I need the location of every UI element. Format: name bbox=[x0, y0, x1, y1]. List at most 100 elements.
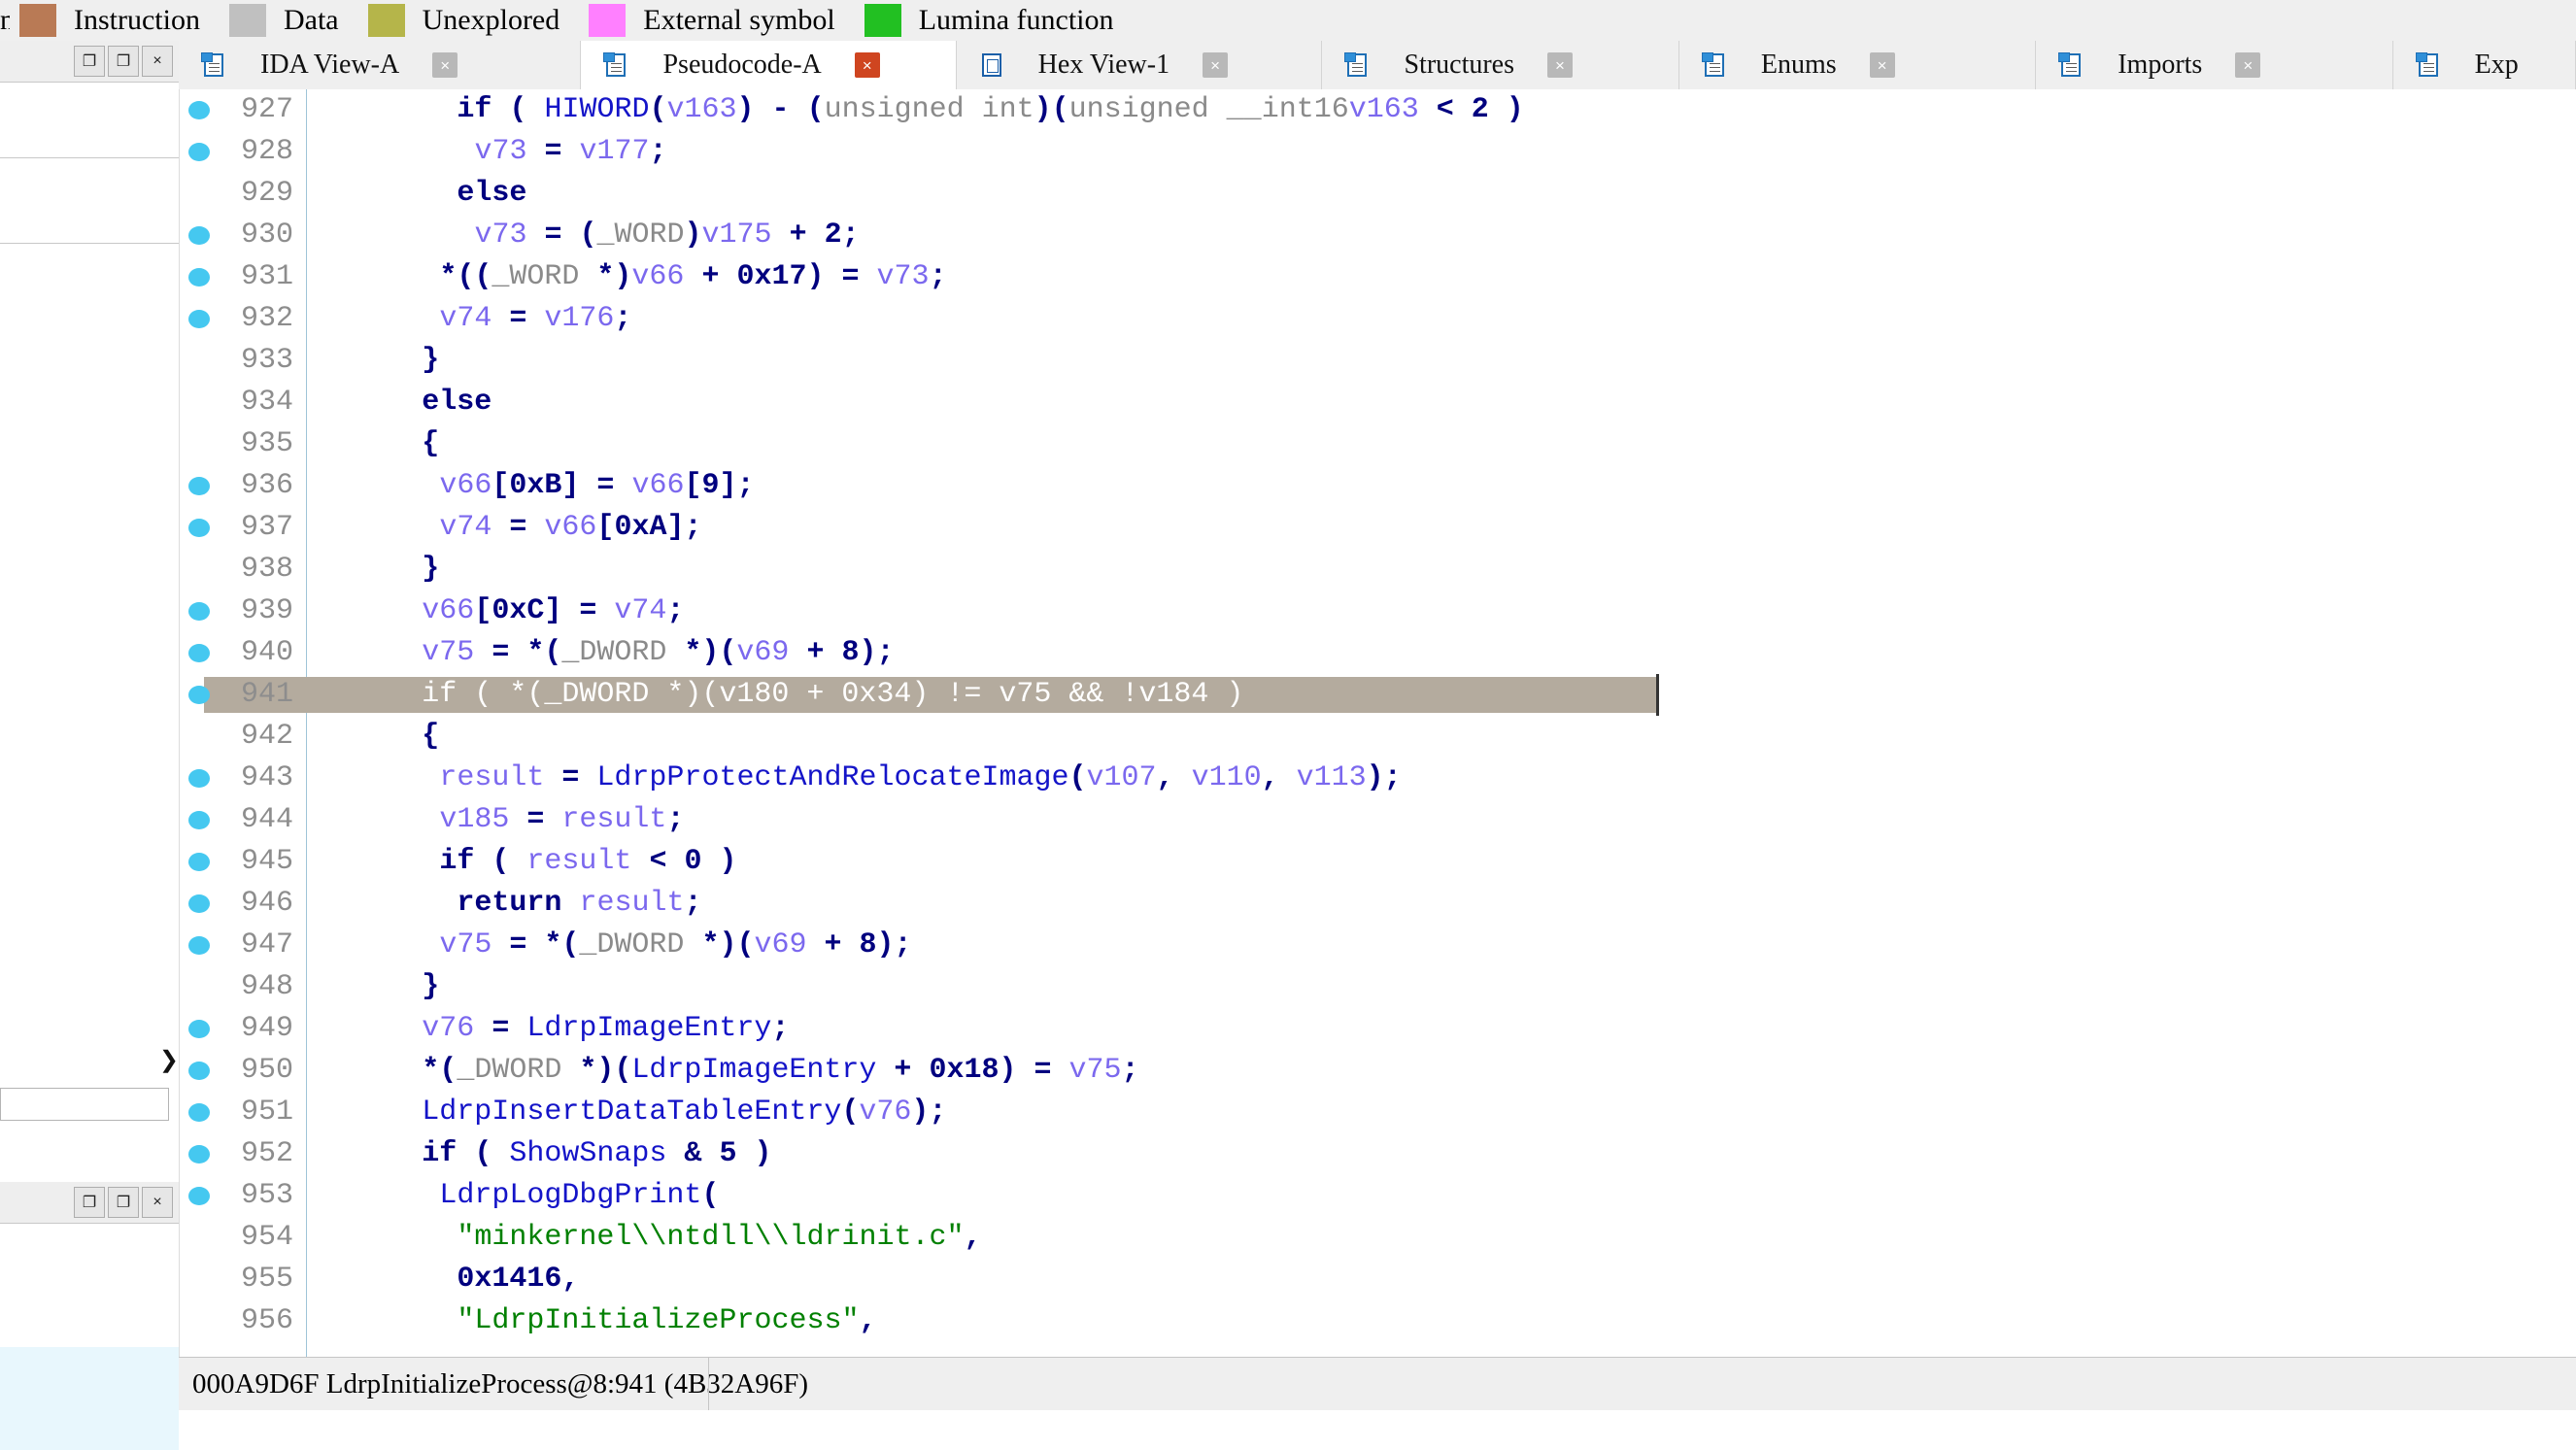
code-text: *((_WORD *)v66 + 0x17) = v73; bbox=[439, 260, 947, 293]
line-number: 931 bbox=[240, 260, 293, 293]
code-line[interactable]: 952 if ( ShowSnaps & 5 ) bbox=[179, 1133, 2576, 1175]
line-number: 945 bbox=[240, 845, 293, 878]
close-icon-2[interactable]: × bbox=[142, 1187, 173, 1218]
code-line[interactable]: 946 return result; bbox=[179, 883, 2576, 925]
code-line[interactable]: 951 LdrpInsertDataTableEntry(v76); bbox=[179, 1092, 2576, 1133]
minimize-icon-2[interactable]: ❐ bbox=[74, 1187, 105, 1218]
line-number: 954 bbox=[240, 1221, 293, 1254]
tab-label: Pseudocode-A bbox=[662, 50, 822, 80]
tab-pseudocode-a[interactable]: Pseudocode-A × bbox=[581, 41, 957, 89]
tab-hex-view-1[interactable]: Hex View-1 × bbox=[956, 41, 1323, 89]
legend-lead-char: n bbox=[0, 4, 10, 36]
code-text: { bbox=[422, 427, 440, 460]
code-line[interactable]: 947 v75 = *(_DWORD *)(v69 + 8); bbox=[179, 925, 2576, 966]
code-line[interactable]: 927 if ( HIWORD(v163) - (unsigned int)(un… bbox=[179, 89, 2576, 131]
tab-structures[interactable]: Structures × bbox=[1322, 41, 1679, 89]
code-text: v66[0xB] = v66[9]; bbox=[439, 469, 755, 502]
line-number: 951 bbox=[240, 1096, 293, 1129]
hex-view-icon bbox=[980, 52, 1005, 78]
code-text: v75 = *(_DWORD *)(v69 + 8); bbox=[422, 636, 895, 669]
tab-close-icon[interactable]: × bbox=[432, 52, 458, 78]
code-line[interactable]: 928 v73 = v177; bbox=[179, 131, 2576, 173]
code-text: "LdrpInitializeProcess", bbox=[457, 1304, 877, 1337]
code-line[interactable]: 937 v74 = v66[0xA]; bbox=[179, 507, 2576, 549]
code-line[interactable]: 953 LdrpLogDbgPrint( bbox=[179, 1175, 2576, 1217]
tab-close-icon[interactable]: × bbox=[1547, 52, 1573, 78]
tab-ida-view-a[interactable]: IDA View-A × bbox=[179, 41, 582, 89]
code-line[interactable]: 941 if ( *(_DWORD *)(v180 + 0x34) != v75 … bbox=[179, 674, 2576, 716]
legend-label: Data bbox=[283, 4, 339, 36]
line-number: 937 bbox=[240, 511, 293, 544]
tab-close-icon[interactable]: × bbox=[2235, 52, 2261, 78]
code-line[interactable]: 932 v74 = v176; bbox=[179, 298, 2576, 340]
exports-icon bbox=[2415, 52, 2442, 78]
code-text: } bbox=[422, 344, 440, 377]
code-line[interactable]: 929 else bbox=[179, 173, 2576, 215]
line-number: 927 bbox=[240, 93, 293, 126]
code-line[interactable]: 935 { bbox=[179, 423, 2576, 465]
legend-items: Instruction Data Unexplored External symbol… bbox=[10, 4, 1134, 37]
code-line[interactable]: 949 v76 = LdrpImageEntry; bbox=[179, 1008, 2576, 1050]
restore-icon[interactable]: ❐ bbox=[108, 46, 139, 77]
code-line[interactable]: 944 v185 = result; bbox=[179, 799, 2576, 841]
tab-label: Hex View-1 bbox=[1037, 50, 1170, 80]
code-line[interactable]: 955 0x1416, bbox=[179, 1259, 2576, 1300]
imports-icon bbox=[2058, 52, 2085, 78]
code-text: LdrpLogDbgPrint( bbox=[439, 1179, 720, 1212]
tab-close-icon[interactable]: × bbox=[1203, 52, 1229, 78]
code-line[interactable]: 939 v66[0xC] = v74; bbox=[179, 590, 2576, 632]
line-number: 948 bbox=[240, 970, 293, 1003]
code-line[interactable]: 936 v66[0xB] = v66[9]; bbox=[179, 465, 2576, 507]
line-number: 942 bbox=[240, 720, 293, 753]
code-line[interactable]: 940 v75 = *(_DWORD *)(v69 + 8); bbox=[179, 632, 2576, 674]
editor-tab-bar[interactable]: IDA View-A × Pseudocode-A × Hex View-1 × Struc… bbox=[179, 41, 2576, 90]
code-text: { bbox=[422, 720, 440, 753]
code-line[interactable]: 954 "minkernel\\ntdll\\ldrinit.c", bbox=[179, 1217, 2576, 1259]
close-icon[interactable]: × bbox=[142, 46, 173, 77]
line-number: 929 bbox=[240, 177, 293, 210]
legend-item-instruction: Instruction bbox=[10, 4, 214, 37]
status-address-and-location: 000A9D6F LdrpInitializeProcess@8:941 (4B… bbox=[192, 1367, 809, 1399]
line-number: 928 bbox=[240, 135, 293, 168]
text-caret bbox=[1656, 674, 1659, 716]
minimize-icon[interactable]: ❐ bbox=[74, 46, 105, 77]
code-text: v73 = (_WORD)v175 + 2; bbox=[474, 219, 860, 252]
code-text: if ( result < 0 ) bbox=[439, 845, 737, 878]
code-text: "minkernel\\ntdll\\ldrinit.c", bbox=[457, 1221, 982, 1254]
tab-close-icon[interactable]: × bbox=[1869, 52, 1895, 78]
code-line[interactable]: 943 result = LdrpProtectAndRelocateImage(… bbox=[179, 758, 2576, 799]
line-number: 940 bbox=[240, 636, 293, 669]
code-line[interactable]: 948} bbox=[179, 966, 2576, 1008]
left-panel-input[interactable] bbox=[0, 1088, 169, 1121]
code-text: } bbox=[422, 553, 440, 586]
line-number: 952 bbox=[240, 1137, 293, 1170]
code-line[interactable]: 942 { bbox=[179, 716, 2576, 758]
legend-swatch-icon bbox=[864, 4, 901, 37]
tab-close-icon[interactable]: × bbox=[854, 52, 880, 78]
left-panel-window-buttons-bottom[interactable]: ❐ ❐ × bbox=[71, 1187, 173, 1218]
legend-item-lumina-function: Lumina function bbox=[855, 4, 1128, 37]
code-line[interactable]: 938} bbox=[179, 549, 2576, 590]
tab-enums[interactable]: Enums × bbox=[1678, 41, 2037, 89]
restore-icon-2[interactable]: ❐ bbox=[108, 1187, 139, 1218]
legend-swatch-icon bbox=[228, 4, 266, 37]
tab-exp[interactable]: Exp bbox=[2392, 41, 2576, 89]
code-text: v66[0xC] = v74; bbox=[422, 594, 685, 627]
code-line[interactable]: 930 v73 = (_WORD)v175 + 2; bbox=[179, 215, 2576, 256]
code-line[interactable]: 950 *(_DWORD *)(LdrpImageEntry + 0x18) = … bbox=[179, 1050, 2576, 1092]
code-line[interactable]: 933} bbox=[179, 340, 2576, 382]
code-line[interactable]: 945 if ( result < 0 ) bbox=[179, 841, 2576, 883]
code-text: } bbox=[422, 970, 440, 1003]
line-number: 941 bbox=[240, 678, 293, 711]
code-line[interactable]: 931 *((_WORD *)v66 + 0x17) = v73; bbox=[179, 256, 2576, 298]
left-panel-window-buttons-top[interactable]: ❐ ❐ × bbox=[71, 46, 173, 77]
code-line-list[interactable]: 927 if ( HIWORD(v163) - (unsigned int)(un… bbox=[179, 89, 2576, 1342]
tab-label: Imports bbox=[2118, 50, 2203, 80]
code-line[interactable]: 934 else bbox=[179, 382, 2576, 423]
left-panel-expand-chevron[interactable]: ❯ bbox=[0, 1039, 179, 1080]
pseudocode-editor[interactable]: 927 if ( HIWORD(v163) - (unsigned int)(un… bbox=[179, 89, 2576, 1357]
line-number: 932 bbox=[240, 302, 293, 335]
code-line[interactable]: 956 "LdrpInitializeProcess", bbox=[179, 1300, 2576, 1342]
tab-imports[interactable]: Imports × bbox=[2036, 41, 2393, 89]
tab-label: Enums bbox=[1760, 50, 1837, 80]
